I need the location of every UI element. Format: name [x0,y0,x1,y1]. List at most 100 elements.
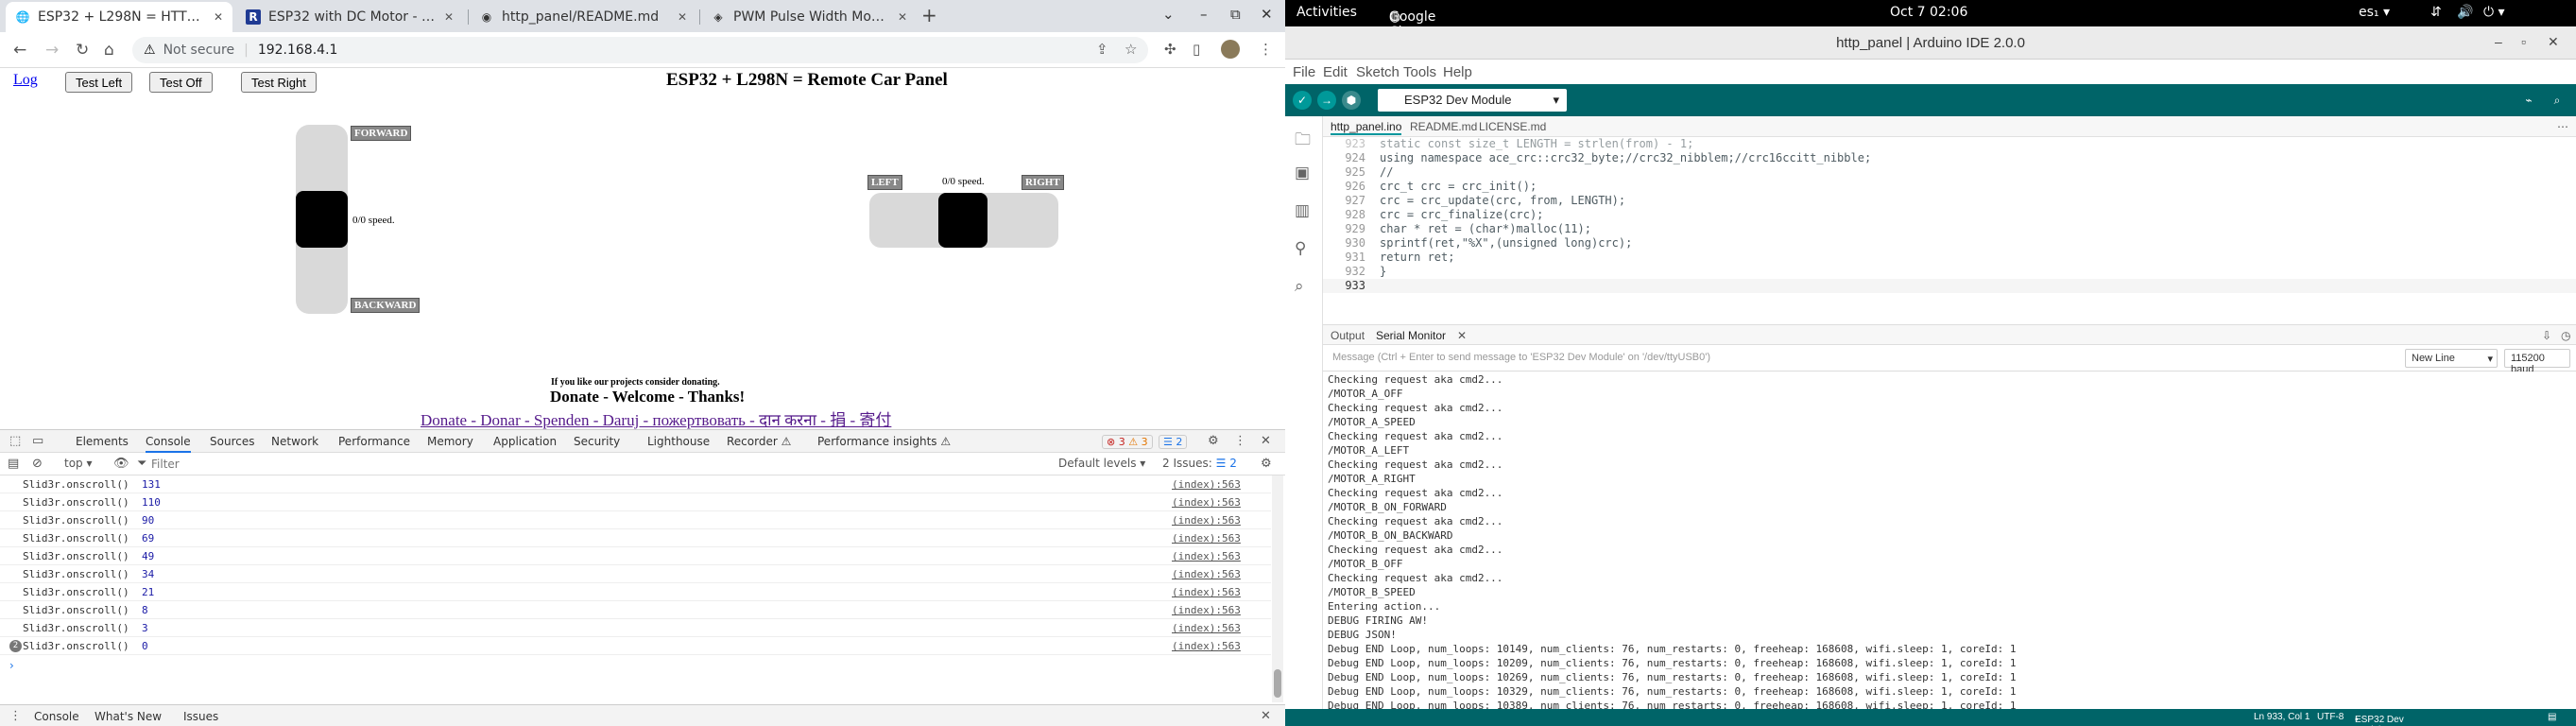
tab-search-icon[interactable]: ⌄ [1162,6,1175,23]
drawer-tab-issues[interactable]: Issues [183,710,218,723]
test-right-button[interactable]: Test Right [241,72,317,93]
close-icon[interactable]: ✕ [1457,329,1467,342]
drawer-menu-icon[interactable]: ⋮ [9,709,22,723]
log-source-link[interactable]: (index):563 [1172,568,1241,580]
tab-application[interactable]: Application [493,435,557,448]
inspect-icon[interactable]: ⬚ [9,434,21,448]
notifications-icon[interactable]: ▤ [2548,712,2556,722]
horizontal-slider-thumb[interactable] [938,193,987,248]
output-tab[interactable]: Output [1331,329,1365,342]
avatar[interactable] [1221,40,1240,59]
settings-gear-icon[interactable]: ⚙ [1208,434,1219,448]
maximize-icon[interactable]: ▫ [2521,34,2526,49]
address-bar[interactable]: ⚠ Not secure | 192.168.4.1 [132,37,1148,63]
more-options-icon[interactable]: ⋮ [1234,434,1246,448]
log-source-link[interactable]: (index):563 [1172,622,1241,634]
console-scrollbar[interactable] [1272,475,1283,702]
file-tab-readme[interactable]: README.md [1410,120,1477,133]
new-tab-icon[interactable]: + [921,4,937,26]
search-icon[interactable]: ⌕ [1295,277,1304,296]
share-icon[interactable]: ⇪ [1096,41,1108,58]
extensions-icon[interactable]: ✣ [1164,41,1176,58]
more-tabs-icon[interactable]: ⋯ [2557,120,2568,133]
menu-edit[interactable]: Edit [1323,64,1348,80]
clock[interactable]: Oct 7 02:06 [1890,5,1967,20]
timestamp-icon[interactable]: ◷ [2561,329,2570,342]
baud-rate-select[interactable]: 115200 baud [2504,349,2570,375]
menu-file[interactable]: File [1293,64,1315,80]
tab-lighthouse[interactable]: Lighthouse [647,435,710,448]
power-icon[interactable]: ⏻ ▾ [2483,5,2505,20]
reload-icon[interactable]: ↻ [76,41,89,60]
sidebar-toggle-icon[interactable]: ▤ [8,457,19,471]
menu-tools[interactable]: Tools [1403,64,1436,80]
file-tab-license[interactable]: LICENSE.md [1479,120,1546,133]
filter-input[interactable]: Filter [151,458,180,471]
close-icon[interactable]: ✕ [898,10,907,24]
serial-monitor-icon[interactable]: ⌕ [2548,91,2567,110]
back-icon[interactable]: ← [13,41,26,60]
close-window-icon[interactable]: ✕ [1261,6,1273,23]
scrollbar-thumb[interactable] [1274,669,1281,698]
tab-network[interactable]: Network [271,435,318,448]
drawer-tab-console[interactable]: Console [34,710,79,723]
close-window-icon[interactable]: ✕ [2548,34,2559,50]
log-link[interactable]: Log [13,72,38,89]
line-ending-select[interactable]: New Line ▾ [2405,349,2498,368]
minimize-icon[interactable]: – [1200,6,1208,23]
tab-recorder[interactable]: Recorder ⚠ [727,435,791,448]
close-icon[interactable]: ✕ [678,10,687,24]
tab-memory[interactable]: Memory [427,435,473,448]
library-manager-icon[interactable]: ▥ [1295,201,1310,220]
network-icon[interactable]: ⇵ [2430,5,2442,20]
log-levels-dropdown[interactable]: Default levels ▾ [1058,457,1145,470]
activities-button[interactable]: Activities [1297,5,1357,20]
log-source-link[interactable]: (index):563 [1172,640,1241,652]
menu-sketch[interactable]: Sketch [1356,64,1400,80]
tab-performance[interactable]: Performance [338,435,410,448]
serial-message-input[interactable]: Message (Ctrl + Enter to send message to… [1332,352,1710,363]
restore-icon[interactable]: ⧉ [1230,6,1241,23]
tab-dc-motor[interactable]: R ESP32 with DC Motor - Co ✕ [236,2,463,32]
board-selector[interactable]: ESP32 Dev Module ▾ [1378,89,1567,112]
tab-security[interactable]: Security [574,435,620,448]
bookmark-star-icon[interactable]: ☆ [1125,41,1137,58]
folder-icon[interactable]: 🗀 [1295,128,1311,155]
serial-monitor-tab[interactable]: Serial Monitor [1376,329,1446,342]
debug-sidebar-icon[interactable]: ⚲ [1295,239,1306,258]
drawer-tab-whats-new[interactable]: What's New [94,710,162,726]
error-count-badge[interactable]: ⊗ 3 ⚠ 3 [1102,435,1153,449]
device-toolbar-icon[interactable]: ▭ [32,434,43,448]
verify-icon[interactable]: ✓ [1293,91,1312,110]
close-icon[interactable]: ✕ [444,10,454,24]
close-icon[interactable]: ✕ [214,10,223,24]
close-devtools-icon[interactable]: ✕ [1261,434,1271,448]
file-tab-http-panel[interactable]: http_panel.ino [1331,120,1402,135]
log-source-link[interactable]: (index):563 [1172,532,1241,544]
context-selector[interactable]: top ▾ [64,457,93,470]
debug-icon[interactable]: ⬢ [1342,91,1361,110]
vertical-slider-thumb[interactable] [296,191,348,248]
log-source-link[interactable]: (index):563 [1172,586,1241,598]
log-source-link[interactable]: (index):563 [1172,604,1241,616]
menu-help[interactable]: Help [1443,64,1472,80]
close-drawer-icon[interactable]: ✕ [1261,709,1271,723]
tab-sources[interactable]: Sources [210,435,254,448]
boards-manager-icon[interactable]: ▣ [1295,164,1310,182]
sidebar-icon[interactable]: ▯ [1193,41,1200,58]
code-editor[interactable]: 923 static const size_t LENGTH = strlen(f… [1323,137,2576,324]
tab-performance-insights[interactable]: Performance insights ⚠ [817,435,951,448]
tab-pwm[interactable]: ◈ PWM Pulse Width Modula ✕ [701,2,917,32]
log-source-link[interactable]: (index):563 [1172,550,1241,562]
issues-summary[interactable]: 2 Issues: ☰ 2 [1162,457,1237,470]
upload-icon[interactable]: → [1317,91,1336,110]
donate-link[interactable]: Donate - Donar - Spenden - Daruj - пожер… [421,406,891,430]
test-left-button[interactable]: Test Left [65,72,133,93]
forward-icon[interactable]: → [45,41,59,60]
tab-github-readme[interactable]: ◉ http_panel/README.md ✕ [470,2,696,32]
volume-icon[interactable]: 🔊 [2457,5,2473,20]
home-icon[interactable]: ⌂ [104,41,114,60]
eye-icon[interactable]: 👁 [113,457,129,471]
serial-plotter-icon[interactable]: ⌁ [2519,91,2538,110]
input-language[interactable]: es₁ ▾ [2359,5,2390,20]
